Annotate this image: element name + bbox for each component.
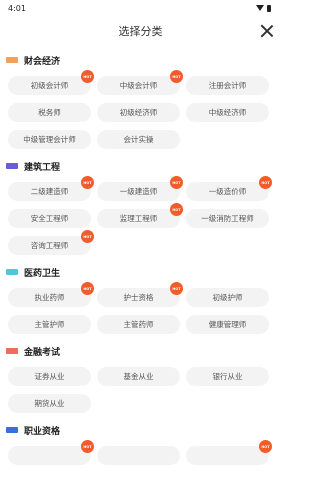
hot-badge-icon: HOT — [170, 203, 183, 216]
close-icon[interactable] — [259, 23, 275, 39]
hot-badge-icon: HOT — [81, 440, 94, 453]
category-chip[interactable]: 证券从业 — [8, 367, 91, 386]
section-header: 财会经济 — [0, 53, 281, 67]
chip-label: 咨询工程师 — [30, 241, 69, 250]
chip-label: 健康管理师 — [208, 320, 247, 329]
section-title: 建筑工程 — [24, 162, 61, 173]
section-header: 建筑工程 — [0, 159, 281, 173]
hot-badge-icon: HOT — [81, 176, 94, 189]
category-chip[interactable]: 健康管理师 — [186, 315, 269, 334]
category-icon — [6, 269, 18, 275]
chip-label: 证券从业 — [34, 372, 65, 381]
category-icon — [6, 57, 18, 63]
battery-icon — [267, 4, 271, 12]
chip-group: 初级会计师 HOT 中级会计师 HOT 注册会计师税务师 初级经济师 中级经济师中级管理会计… — [0, 67, 281, 152]
category-chip[interactable]: 护士资格 HOT — [97, 282, 183, 307]
category-chip[interactable]: 期货从业 — [8, 394, 91, 413]
category-chip[interactable]: 执业药师 HOT — [8, 282, 94, 307]
status-time: 4:01 — [8, 3, 26, 13]
category-chip[interactable]: 一级建造师 HOT — [97, 176, 183, 201]
category-chip[interactable]: 一级消防工程师 — [186, 209, 269, 228]
hot-badge-icon: HOT — [81, 230, 94, 243]
hot-badge-icon: HOT — [81, 282, 94, 295]
category-chip[interactable]: HOT — [186, 440, 272, 465]
chip-label: 税务师 — [38, 108, 61, 117]
chip-label: 安全工程师 — [30, 214, 69, 223]
category-chip[interactable] — [97, 446, 180, 465]
category-icon — [6, 348, 18, 354]
section-title: 金融考试 — [24, 347, 61, 358]
category-chip[interactable]: 银行从业 — [186, 367, 269, 386]
section-title: 职业资格 — [24, 426, 61, 437]
category-chip[interactable]: 主管护师 — [8, 315, 91, 334]
chip-label: 中级管理会计师 — [23, 135, 76, 144]
chip-label: 二级建造师 — [30, 187, 69, 196]
category-chip[interactable]: 注册会计师 — [186, 76, 269, 95]
chip-label: 注册会计师 — [208, 81, 247, 90]
category-chip[interactable]: 中级经济师 — [186, 103, 269, 122]
chip-group: HOT HOT — [0, 437, 281, 468]
section-title: 医药卫生 — [24, 268, 61, 279]
category-chip[interactable]: 初级会计师 HOT — [8, 70, 94, 95]
category-chip[interactable]: 一级造价师 HOT — [186, 176, 272, 201]
chip-label: 监理工程师 — [119, 214, 158, 223]
category-chip[interactable]: 会计实操 — [97, 130, 180, 149]
section-header: 职业资格 — [0, 423, 281, 437]
hot-badge-icon: HOT — [259, 440, 272, 453]
category-chip[interactable]: 咨询工程师 HOT — [8, 230, 94, 255]
section-title: 财会经济 — [24, 56, 61, 67]
chip-label: 中级经济师 — [208, 108, 247, 117]
category-chip[interactable]: 安全工程师 — [8, 209, 91, 228]
chip-label: 执业药师 — [34, 293, 65, 302]
hot-badge-icon: HOT — [170, 176, 183, 189]
chip-label: 护士资格 — [123, 293, 154, 302]
section-header: 医药卫生 — [0, 265, 281, 279]
hot-badge-icon: HOT — [81, 70, 94, 83]
chip-label: 一级消防工程师 — [201, 214, 254, 223]
category-chip[interactable]: 税务师 — [8, 103, 91, 122]
chip-label: 会计实操 — [123, 135, 154, 144]
category-chip[interactable]: 基金从业 — [97, 367, 180, 386]
category-chip[interactable]: 中级会计师 HOT — [97, 70, 183, 95]
hot-badge-icon: HOT — [170, 70, 183, 83]
status-icons — [256, 4, 271, 12]
category-chip[interactable]: 初级经济师 — [97, 103, 180, 122]
status-bar: 4:01 — [0, 0, 281, 16]
chip-label: 主管护师 — [34, 320, 65, 329]
chip-label: 银行从业 — [212, 372, 243, 381]
category-chip[interactable]: HOT — [8, 440, 94, 465]
chip-label: 中级会计师 — [119, 81, 158, 90]
hot-badge-icon: HOT — [170, 282, 183, 295]
chip-group: 证券从业 基金从业 银行从业期货从业 — [0, 358, 281, 416]
category-chip[interactable]: 主管药师 — [97, 315, 180, 334]
wifi-icon — [256, 5, 264, 11]
category-list: 财会经济 初级会计师 HOT 中级会计师 HOT 注册会计师 税务师 初级经济师 中级经济师 中级… — [0, 53, 281, 468]
chip-label: 主管药师 — [123, 320, 154, 329]
chip-label: 基金从业 — [123, 372, 154, 381]
chip-group: 执业药师 HOT 护士资格 HOT 初级护师主管护师 主管药师 健康管理师 — [0, 279, 281, 337]
category-icon — [6, 427, 18, 433]
chip-group: 二级建造师 HOT 一级建造师 HOT 一级造价师 HOT 安全工程师 监理工程师 HOT 一级消… — [0, 173, 281, 258]
category-chip[interactable]: 中级管理会计师 — [8, 130, 91, 149]
chip-label: 一级建造师 — [119, 187, 158, 196]
chip-label: 初级经济师 — [119, 108, 158, 117]
section-header: 金融考试 — [0, 344, 281, 358]
page-title: 选择分类 — [118, 25, 163, 38]
chip-label: 一级造价师 — [208, 187, 247, 196]
category-icon — [6, 163, 18, 169]
hot-badge-icon: HOT — [259, 176, 272, 189]
category-chip[interactable]: 二级建造师 HOT — [8, 176, 94, 201]
category-chip[interactable]: 监理工程师 HOT — [97, 203, 183, 228]
header-bar: 选择分类 — [0, 16, 281, 46]
chip-label: 期货从业 — [34, 399, 65, 408]
chip-label: 初级会计师 — [30, 81, 69, 90]
chip-label: 初级护师 — [212, 293, 243, 302]
category-chip[interactable]: 初级护师 — [186, 288, 269, 307]
